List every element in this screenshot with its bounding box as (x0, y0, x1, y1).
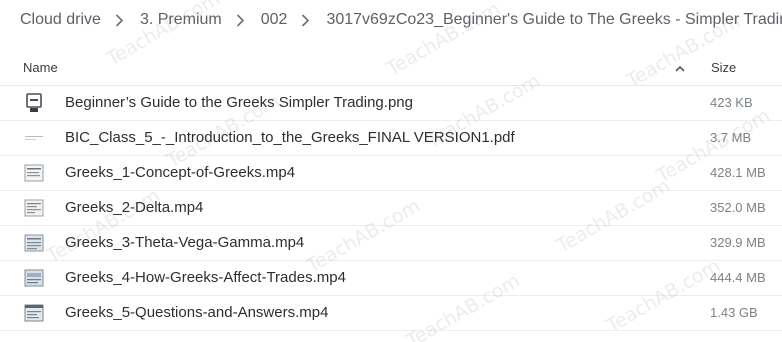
video-thumbnail-icon (24, 268, 44, 288)
file-size: 3.7 MB (710, 130, 752, 145)
file-row[interactable]: Greeks_4-How-Greeks-Affect-Trades.mp4 44… (0, 260, 782, 296)
file-name[interactable]: BIC_Class_5_-_Introduction_to_the_Greeks… (65, 129, 515, 146)
breadcrumb-item-cloud-drive[interactable]: Cloud drive (20, 11, 101, 29)
breadcrumb-item-002[interactable]: 002 (261, 11, 288, 29)
file-size: 444.4 MB (710, 270, 766, 285)
file-name[interactable]: Beginner’s Guide to the Greeks Simpler T… (65, 94, 413, 111)
chevron-right-icon (236, 13, 245, 27)
pdf-thumbnail-icon (24, 128, 44, 148)
file-size: 329.9 MB (710, 235, 766, 250)
column-header-name[interactable]: Name (23, 60, 58, 75)
breadcrumb-item-premium[interactable]: 3. Premium (140, 11, 222, 29)
file-row[interactable]: Beginner’s Guide to the Greeks Simpler T… (0, 85, 782, 121)
file-row[interactable]: Greeks_5-Questions-and-Answers.mp4 1.43 … (0, 295, 782, 331)
breadcrumb-item-current-folder[interactable]: 3017v69zCo23_Beginner's Guide to The Gre… (326, 11, 782, 29)
chevron-right-icon (115, 13, 124, 27)
chevron-right-icon (301, 13, 310, 27)
video-thumbnail-icon (24, 233, 44, 253)
chevron-up-icon[interactable] (674, 62, 686, 72)
file-name[interactable]: Greeks_4-How-Greeks-Affect-Trades.mp4 (65, 269, 346, 286)
file-size: 428.1 MB (710, 165, 766, 180)
file-row[interactable]: Greeks_2-Delta.mp4 352.0 MB (0, 190, 782, 226)
file-name[interactable]: Greeks_2-Delta.mp4 (65, 199, 203, 216)
file-row[interactable]: Greeks_3-Theta-Vega-Gamma.mp4 329.9 MB (0, 225, 782, 261)
file-size: 352.0 MB (710, 200, 766, 215)
video-thumbnail-icon (24, 163, 44, 183)
file-row[interactable]: Greeks_1-Concept-of-Greeks.mp4 428.1 MB (0, 155, 782, 191)
file-size: 1.43 GB (710, 305, 758, 320)
file-size: 423 KB (710, 95, 753, 110)
breadcrumb: Cloud drive 3. Premium 002 3017v69zCo23_… (0, 0, 782, 40)
file-name[interactable]: Greeks_3-Theta-Vega-Gamma.mp4 (65, 234, 304, 251)
video-thumbnail-icon (24, 198, 44, 218)
file-list-header: Name Size (0, 49, 782, 86)
file-name[interactable]: Greeks_1-Concept-of-Greeks.mp4 (65, 164, 295, 181)
video-thumbnail-icon (24, 303, 44, 323)
column-header-size[interactable]: Size (711, 60, 736, 75)
file-name[interactable]: Greeks_5-Questions-and-Answers.mp4 (65, 304, 328, 321)
image-thumbnail-icon (24, 93, 44, 113)
file-row[interactable]: BIC_Class_5_-_Introduction_to_the_Greeks… (0, 120, 782, 156)
